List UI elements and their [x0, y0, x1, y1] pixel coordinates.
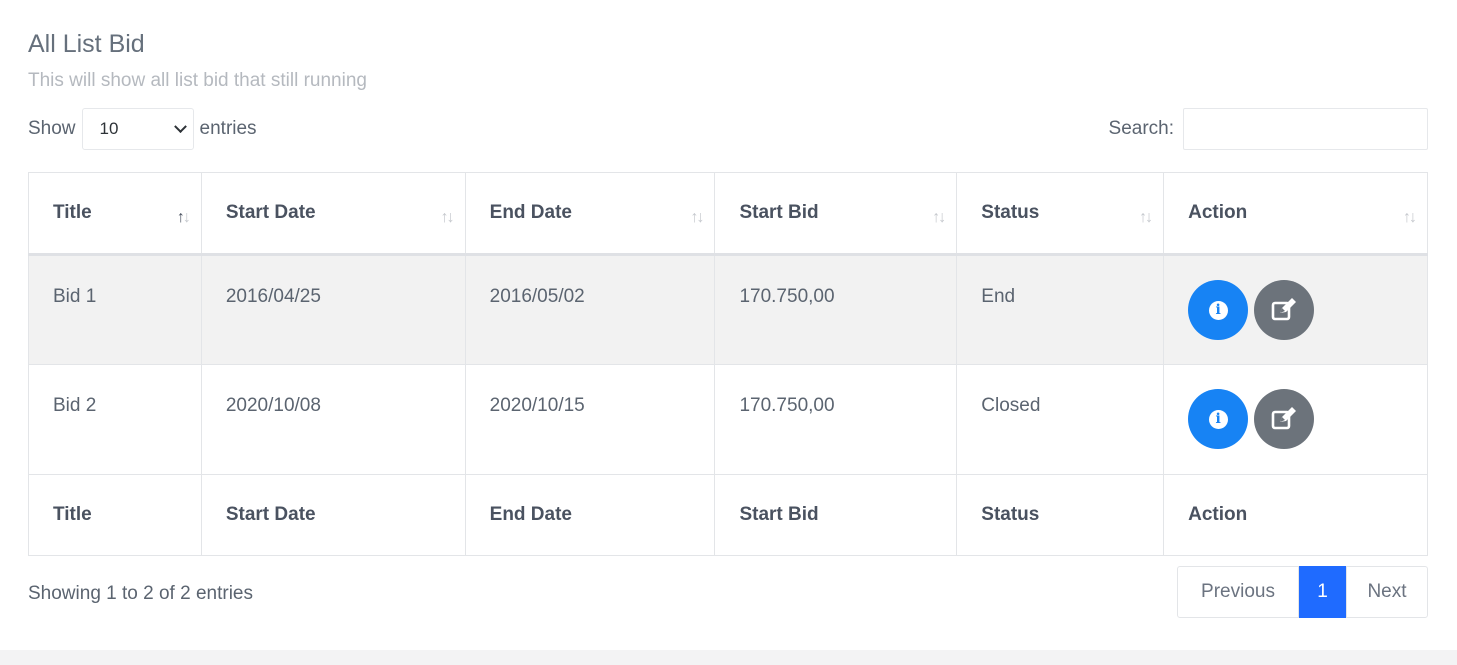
entries-label: entries — [199, 118, 257, 139]
cell-end-date: 2020/10/15 — [464, 364, 716, 475]
edit-icon — [1271, 298, 1297, 321]
cell-action: i — [1163, 254, 1428, 365]
search-input[interactable] — [1183, 108, 1428, 150]
search-label: Search: — [1108, 118, 1174, 139]
page-1-button[interactable]: 1 — [1299, 566, 1346, 618]
footer-start-bid: Start Bid — [714, 474, 958, 556]
info-circle-icon: i — [1208, 409, 1228, 429]
table-header-row: Title ↑↓ Start Date ↑↓ End Date ↑↓ Start Bi… — [28, 172, 1428, 256]
footer-title: Title — [28, 474, 202, 556]
cell-end-date: 2016/05/02 — [464, 254, 716, 365]
info-circle-icon: i — [1208, 300, 1228, 320]
cell-action: i — [1163, 364, 1428, 475]
cell-title: Bid 2 — [28, 364, 202, 475]
table-footer-row: Title Start Date End Date Start Bid Stat… — [28, 474, 1428, 556]
column-header-end-date[interactable]: End Date ↑↓ — [464, 172, 716, 256]
footer-start-date: Start Date — [200, 474, 466, 556]
previous-page-button[interactable]: Previous — [1177, 566, 1299, 618]
page-subtitle: This will show all list bid that still r… — [28, 70, 367, 91]
cell-status: End — [956, 254, 1165, 365]
entries-length-control: Show 10 entries — [28, 108, 257, 150]
cell-title: Bid 1 — [28, 254, 202, 365]
column-header-start-bid[interactable]: Start Bid ↑↓ — [714, 172, 958, 256]
edit-button[interactable] — [1254, 389, 1315, 449]
footer-action: Action — [1163, 474, 1428, 556]
column-header-status[interactable]: Status ↑↓ — [956, 172, 1165, 256]
column-header-start-date[interactable]: Start Date ↑↓ — [200, 172, 466, 256]
table-row: Bid 1 2016/04/25 2016/05/02 170.750,00 E… — [28, 254, 1428, 365]
table-row: Bid 2 2020/10/08 2020/10/15 170.750,00 C… — [28, 364, 1428, 475]
sort-icon: ↑↓ — [1139, 209, 1153, 226]
cell-start-bid: 170.750,00 — [714, 364, 958, 475]
chevron-down-icon — [173, 119, 187, 133]
show-label: Show — [28, 118, 76, 139]
page-title: All List Bid — [28, 30, 145, 58]
footer-end-date: End Date — [464, 474, 716, 556]
sort-icon: ↑↓ — [176, 209, 191, 226]
info-button[interactable]: i — [1188, 280, 1249, 340]
bid-table: Title ↑↓ Start Date ↑↓ End Date ↑↓ Start Bi… — [28, 172, 1428, 556]
cell-start-date: 2020/10/08 — [200, 364, 466, 475]
table-info: Showing 1 to 2 of 2 entries — [28, 583, 253, 604]
pagination: Previous 1 Next — [1177, 566, 1428, 618]
sort-icon: ↑↓ — [1403, 209, 1417, 226]
sort-icon: ↑↓ — [690, 209, 704, 226]
bid-list-card: All List Bid This will show all list bid… — [0, 0, 1457, 650]
footer-status: Status — [956, 474, 1165, 556]
column-header-action[interactable]: Action ↑↓ — [1163, 172, 1428, 256]
edit-button[interactable] — [1254, 280, 1315, 340]
next-page-button[interactable]: Next — [1346, 566, 1428, 618]
sort-icon: ↑↓ — [932, 209, 946, 226]
edit-icon — [1271, 407, 1297, 430]
entries-select-value: 10 — [99, 119, 119, 138]
search-control: Search: — [1109, 108, 1428, 150]
cell-start-date: 2016/04/25 — [200, 254, 466, 365]
sort-icon: ↑↓ — [440, 209, 455, 226]
column-header-title[interactable]: Title ↑↓ — [28, 172, 202, 256]
cell-start-bid: 170.750,00 — [714, 254, 958, 365]
entries-select[interactable]: 10 — [81, 108, 194, 150]
cell-status: Closed — [956, 364, 1165, 475]
info-button[interactable]: i — [1188, 389, 1249, 449]
